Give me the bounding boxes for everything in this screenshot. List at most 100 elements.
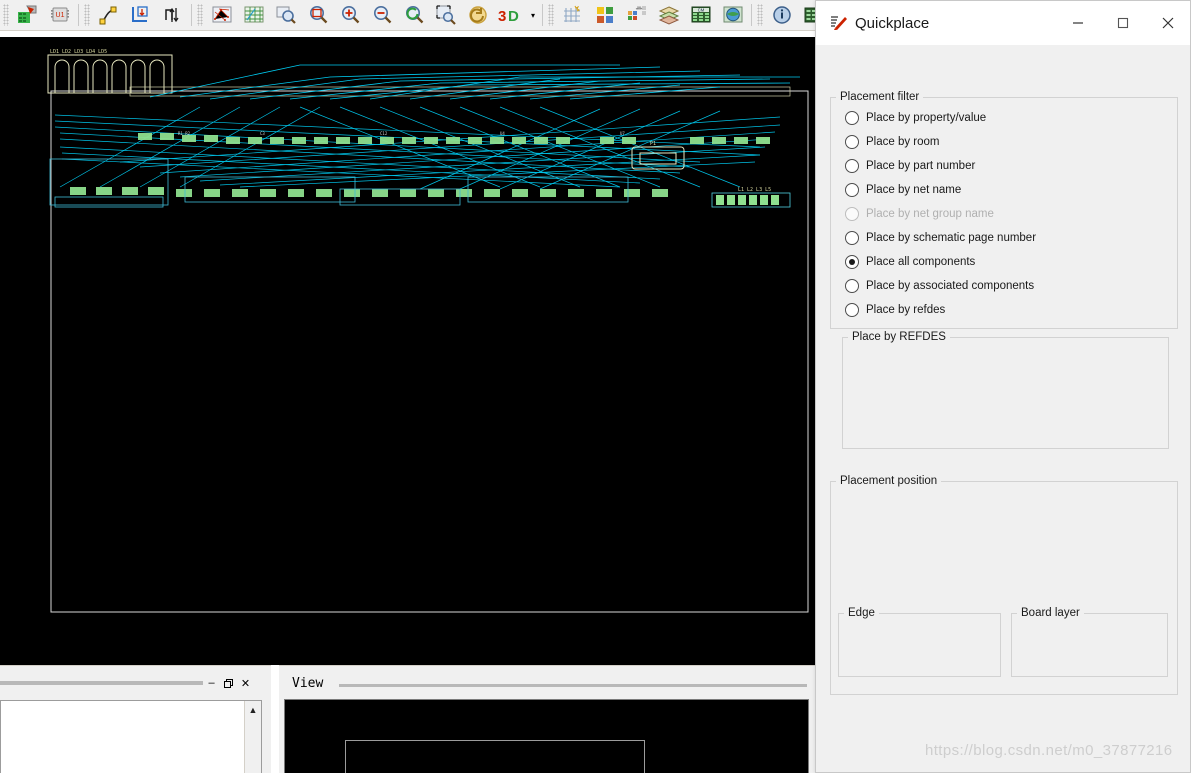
dialog-title: Quickplace xyxy=(855,14,930,32)
scroll-up-icon[interactable]: ▲ xyxy=(249,705,258,715)
radio-label: Place by net group name xyxy=(866,208,994,220)
maximize-icon xyxy=(1117,17,1128,29)
svg-text:P1: P1 xyxy=(650,141,656,147)
toolbar-separator-4 xyxy=(751,4,752,26)
grid-toggle-icon[interactable] xyxy=(239,2,269,28)
radio-place-by-net-group-name[interactable]: Place by net group name xyxy=(845,207,994,221)
subwindow-restore-button[interactable] xyxy=(220,674,237,692)
grid-sparkle-icon[interactable] xyxy=(558,2,588,28)
subwindow-close-button[interactable]: ✕ xyxy=(237,674,254,692)
dialog-close-button[interactable] xyxy=(1145,1,1190,45)
close-icon xyxy=(1162,17,1173,29)
ratsnest-icon[interactable] xyxy=(207,2,237,28)
zoom-in-icon[interactable] xyxy=(335,2,365,28)
canvas-top-gap xyxy=(0,31,815,37)
view-panel-canvas[interactable] xyxy=(284,699,809,773)
toolbar-separator xyxy=(78,4,79,26)
toolbar-grip-4[interactable] xyxy=(548,4,554,26)
slide-icon[interactable] xyxy=(126,2,156,28)
subwindow-titlebar[interactable]: – ✕ xyxy=(0,672,271,694)
radio-label: Place by part number xyxy=(866,160,976,172)
route-connect-icon[interactable] xyxy=(94,2,124,28)
quickplace-dialog: Quickplace Placement filter Place by pro… xyxy=(815,0,1191,773)
radio-place-by-schematic-page-number[interactable]: Place by schematic page number xyxy=(845,231,1036,245)
view-3d-icon[interactable]: 3 D xyxy=(495,2,525,28)
radio-indicator xyxy=(845,183,859,197)
edge-legend: Edge xyxy=(848,607,875,619)
zoom-previous-icon[interactable] xyxy=(399,2,429,28)
svg-text:LD1 LD2 LD3 LD4 LD5: LD1 LD2 LD3 LD4 LD5 xyxy=(50,49,107,55)
pcb-canvas-area[interactable]: LD1 LD2 LD3 LD4 LD5 P1 L1 L2 L3 L5 R1 R2… xyxy=(0,31,815,665)
radio-indicator xyxy=(845,231,859,245)
svg-text:L1 L2 L3 L5: L1 L2 L3 L5 xyxy=(738,187,771,193)
restore-icon xyxy=(224,678,233,688)
zoom-fit-icon[interactable] xyxy=(271,2,301,28)
placement-position-legend: Placement position xyxy=(840,475,938,487)
dialog-titlebar[interactable]: Quickplace xyxy=(816,1,1190,45)
svg-text:U4: U4 xyxy=(500,131,505,136)
radio-indicator xyxy=(845,255,859,269)
zoom-by-points-icon[interactable] xyxy=(303,2,333,28)
svg-text:R1 R2: R1 R2 xyxy=(178,131,191,136)
subwindow-panel: – ✕ ▲ xyxy=(0,665,271,773)
board-layer-legend: Board layer xyxy=(1021,607,1080,619)
dialog-minimize-button[interactable] xyxy=(1055,1,1100,45)
radio-label: Place by refdes xyxy=(866,304,946,316)
radio-indicator xyxy=(845,303,859,317)
constraint-manager-icon[interactable]: CM xyxy=(686,2,716,28)
place-manual-icon[interactable] xyxy=(13,2,43,28)
toolbar-grip[interactable] xyxy=(3,4,9,26)
toolbar-grip-5[interactable] xyxy=(757,4,763,26)
globe-icon[interactable] xyxy=(718,2,748,28)
layers-icon[interactable] xyxy=(654,2,684,28)
radio-place-by-associated-components[interactable]: Place by associated components xyxy=(845,279,1034,293)
chevron-down-icon[interactable]: ▾ xyxy=(526,2,540,28)
radio-place-by-property-value[interactable]: Place by property/value xyxy=(845,111,986,125)
radio-label: Place by associated components xyxy=(866,280,1035,292)
minimize-icon xyxy=(1072,22,1083,24)
radio-label: Place by net name xyxy=(866,184,962,196)
svg-text:D: D xyxy=(508,8,519,25)
subclass-icon[interactable] xyxy=(622,2,652,28)
view-panel: View xyxy=(279,665,815,773)
view-panel-title: View xyxy=(292,676,324,691)
view-panel-rule xyxy=(339,684,807,687)
svg-text:C12: C12 xyxy=(380,131,388,136)
place-by-refdes-legend: Place by REFDES xyxy=(852,331,946,343)
zoom-selection-icon[interactable] xyxy=(431,2,461,28)
pcb-drawing: LD1 LD2 LD3 LD4 LD5 P1 L1 L2 L3 L5 R1 R2… xyxy=(0,37,815,665)
toolbar-grip-2[interactable] xyxy=(84,4,90,26)
radio-label: Place by property/value xyxy=(866,112,987,124)
radio-indicator xyxy=(845,159,859,173)
svg-text:U1: U1 xyxy=(56,12,65,19)
radio-place-by-refdes[interactable]: Place by refdes xyxy=(845,303,945,317)
subwindow-scrollbar[interactable]: ▲ xyxy=(244,701,261,773)
zoom-out-icon[interactable] xyxy=(367,2,397,28)
toolbar-separator-3 xyxy=(542,4,543,26)
subwindow-minimize-button[interactable]: – xyxy=(203,674,220,692)
place-by-refdes-group: Place by REFDES xyxy=(842,331,1169,449)
info-icon[interactable] xyxy=(767,2,797,28)
svg-text:C3: C3 xyxy=(260,131,265,136)
radio-place-by-net-name[interactable]: Place by net name xyxy=(845,183,961,197)
radio-place-all-components[interactable]: Place all components xyxy=(845,255,975,269)
undo-icon[interactable] xyxy=(463,2,493,28)
pcb-design-canvas[interactable]: LD1 LD2 LD3 LD4 LD5 P1 L1 L2 L3 L5 R1 R2… xyxy=(0,37,815,665)
toolbar-grip-3[interactable] xyxy=(197,4,203,26)
component-u1-icon[interactable]: U1 xyxy=(45,2,75,28)
delay-tune-icon[interactable] xyxy=(158,2,188,28)
radio-label: Place by schematic page number xyxy=(866,232,1037,244)
radio-label: Place all components xyxy=(866,256,976,268)
radio-place-by-room[interactable]: Place by room xyxy=(845,135,940,149)
dialog-maximize-button[interactable] xyxy=(1100,1,1145,45)
radio-place-by-part-number[interactable]: Place by part number xyxy=(845,159,975,173)
svg-text:3: 3 xyxy=(498,8,506,25)
svg-text:CM: CM xyxy=(698,8,705,13)
caret-glyph: ▾ xyxy=(530,10,535,20)
color-visibility-icon[interactable] xyxy=(590,2,620,28)
subwindow-drag-handle[interactable] xyxy=(0,681,203,685)
radio-indicator xyxy=(845,207,859,221)
radio-indicator xyxy=(845,279,859,293)
subwindow-content[interactable]: ▲ xyxy=(0,700,262,773)
quickplace-icon xyxy=(825,14,853,32)
